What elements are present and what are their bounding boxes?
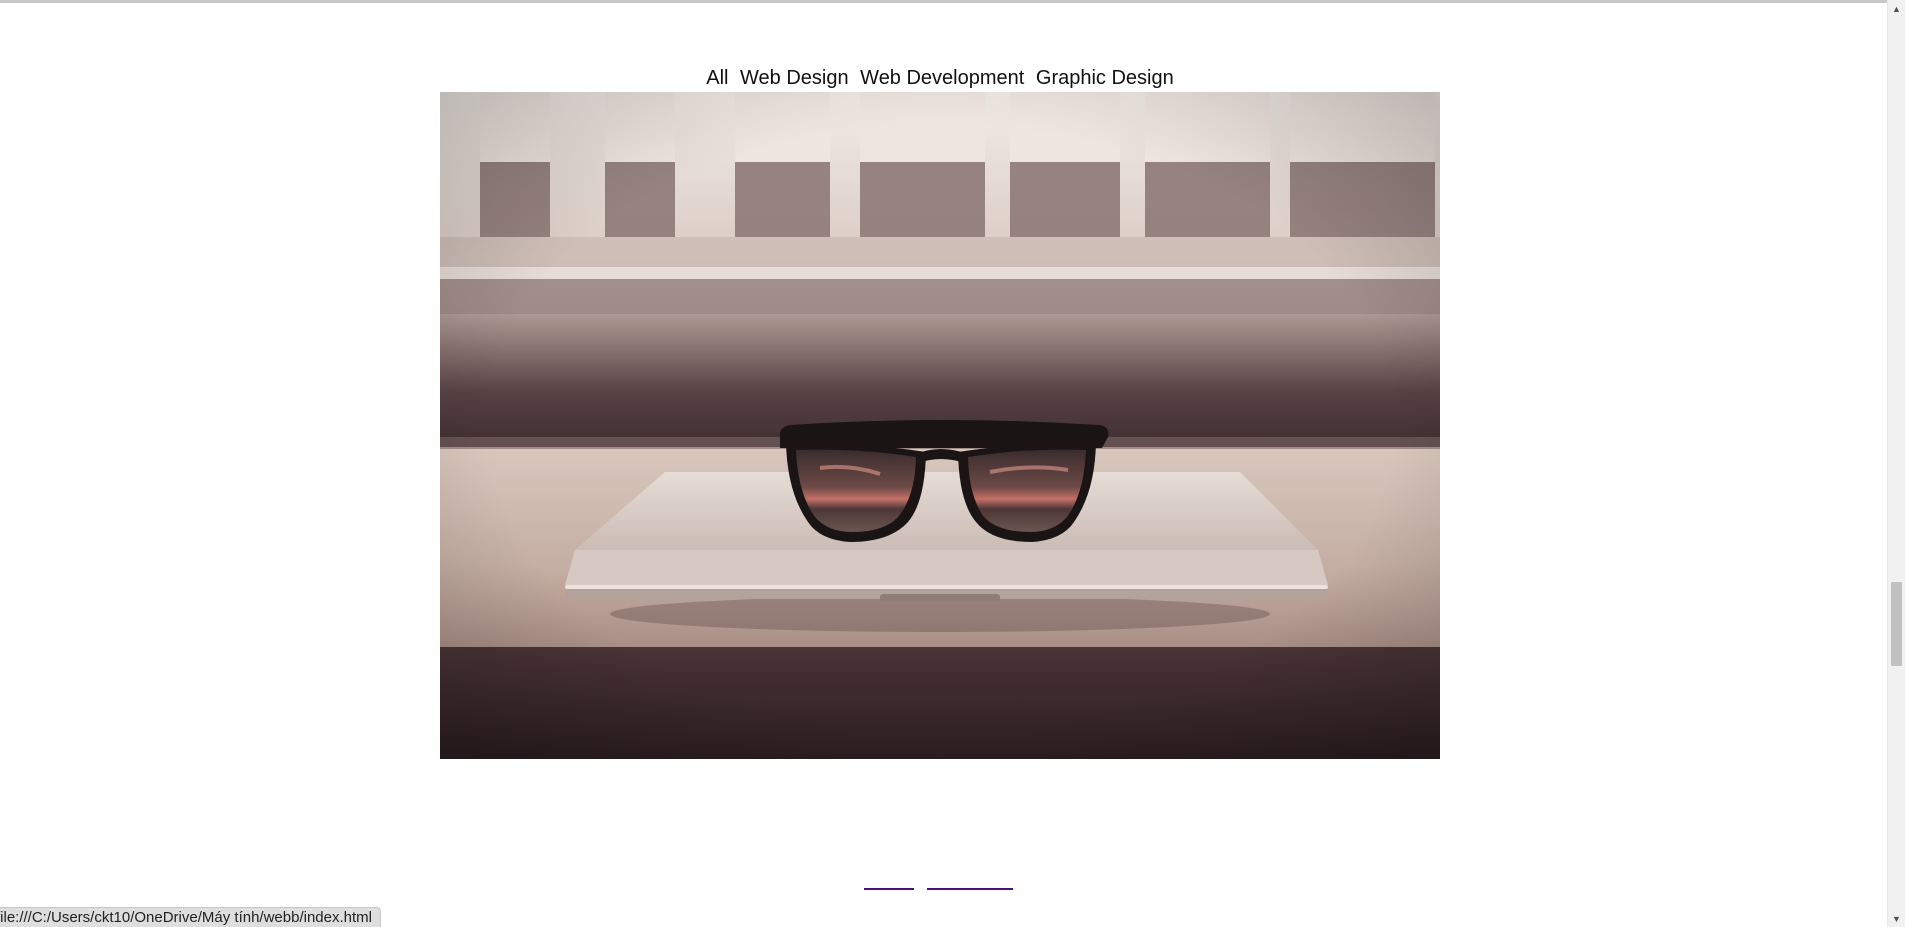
scroll-thumb[interactable] [1891,582,1902,666]
pagination-link-1[interactable] [864,888,914,890]
portfolio-image[interactable] [440,92,1440,759]
filter-web-design[interactable]: Web Design [740,67,849,89]
vertical-scrollbar[interactable]: ▲ ▼ [1887,0,1905,927]
top-divider [0,0,1888,3]
filter-all[interactable]: All [706,67,728,89]
status-bar-url: file:///C:/Users/ckt10/OneDrive/Máy tính… [0,907,381,927]
filter-graphic-design[interactable]: Graphic Design [1036,67,1174,89]
portfolio-filter-nav: All Web Design Web Development Graphic D… [440,67,1440,90]
pagination-link-2[interactable] [927,888,1013,890]
photo-sunglasses-laptop-icon [440,92,1440,759]
status-url-text: file:///C:/Users/ckt10/OneDrive/Máy tính… [0,909,372,926]
filter-web-development[interactable]: Web Development [860,67,1024,89]
scroll-down-icon[interactable]: ▼ [1888,910,1905,927]
scroll-up-icon[interactable]: ▲ [1888,0,1905,17]
browser-viewport: All Web Design Web Development Graphic D… [0,0,1905,927]
